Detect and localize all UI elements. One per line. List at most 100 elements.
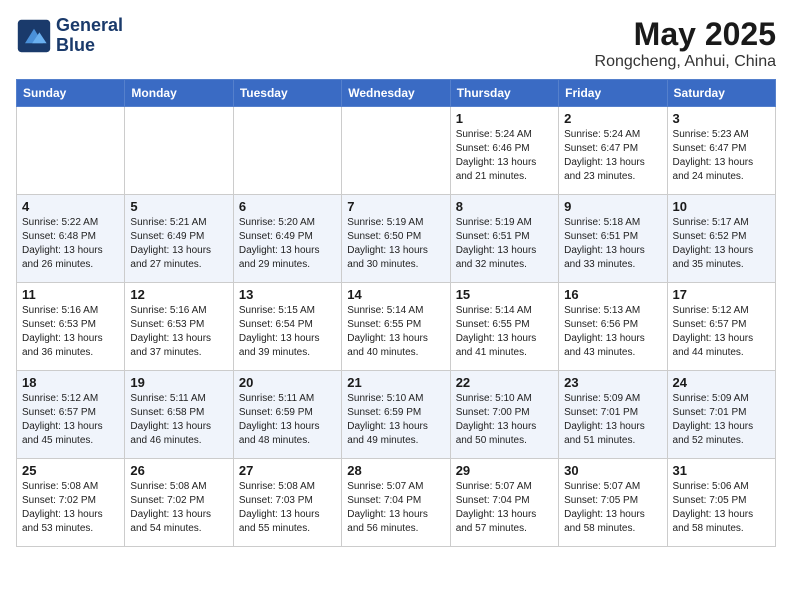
- weekday-header-monday: Monday: [125, 80, 233, 107]
- calendar-cell: 27Sunrise: 5:08 AM Sunset: 7:03 PM Dayli…: [233, 459, 341, 547]
- day-info: Sunrise: 5:19 AM Sunset: 6:50 PM Dayligh…: [347, 216, 444, 272]
- day-info: Sunrise: 5:07 AM Sunset: 7:04 PM Dayligh…: [456, 480, 553, 536]
- day-number: 5: [130, 199, 227, 214]
- day-info: Sunrise: 5:08 AM Sunset: 7:02 PM Dayligh…: [22, 480, 119, 536]
- day-number: 24: [673, 375, 770, 390]
- weekday-header-wednesday: Wednesday: [342, 80, 450, 107]
- calendar-cell: 2 Sunrise: 5:24 AM Sunset: 6:47 PM Daylig…: [559, 107, 667, 195]
- day-info: Sunrise: 5:10 AM Sunset: 6:59 PM Dayligh…: [347, 392, 444, 448]
- day-info: Sunrise: 5:17 AM Sunset: 6:52 PM Dayligh…: [673, 216, 770, 272]
- day-info: Sunrise: 5:12 AM Sunset: 6:57 PM Dayligh…: [22, 392, 119, 448]
- calendar-cell: 24 Sunrise: 5:09 AM Sunset: 7:01 PM Dayli…: [667, 371, 775, 459]
- day-number: 13: [239, 287, 336, 302]
- day-info: Sunrise: 5:24 AM Sunset: 6:46 PM Dayligh…: [456, 128, 553, 184]
- calendar-cell: 8 Sunrise: 5:19 AM Sunset: 6:51 PM Daylig…: [450, 195, 558, 283]
- calendar-cell: 12Sunrise: 5:16 AM Sunset: 6:53 PM Dayli…: [125, 283, 233, 371]
- calendar-cell: 19 Sunrise: 5:11 AM Sunset: 6:58 PM Dayli…: [125, 371, 233, 459]
- week-row-3: 11 Sunrise: 5:16 AM Sunset: 6:53 PM Dayli…: [17, 283, 776, 371]
- calendar-cell: [125, 107, 233, 195]
- day-info: Sunrise: 5:09 AM Sunset: 7:01 PM Dayligh…: [564, 392, 661, 448]
- day-info: Sunrise: 5:20 AM Sunset: 6:49 PM Dayligh…: [239, 216, 336, 272]
- calendar-cell: 25Sunrise: 5:08 AM Sunset: 7:02 PM Dayli…: [17, 459, 125, 547]
- day-number: 20: [239, 375, 336, 390]
- weekday-header-sunday: Sunday: [17, 80, 125, 107]
- day-info: Sunrise: 5:15 AM Sunset: 6:54 PM Dayligh…: [239, 304, 336, 360]
- day-info: Sunrise: 5:24 AM Sunset: 6:47 PM Dayligh…: [564, 128, 661, 184]
- calendar-cell: 6 Sunrise: 5:20 AM Sunset: 6:49 PM Daylig…: [233, 195, 341, 283]
- day-info: Sunrise: 5:11 AM Sunset: 6:58 PM Dayligh…: [130, 392, 227, 448]
- day-number: 3: [673, 111, 770, 126]
- month-year: May 2025: [595, 16, 776, 53]
- page-header: General Blue May 2025 Rongcheng, Anhui, …: [16, 16, 776, 71]
- day-info: Sunrise: 5:13 AM Sunset: 6:56 PM Dayligh…: [564, 304, 661, 360]
- calendar-cell: 29 Sunrise: 5:07 AM Sunset: 7:04 PM Dayli…: [450, 459, 558, 547]
- calendar-cell: 17Sunrise: 5:12 AM Sunset: 6:57 PM Dayli…: [667, 283, 775, 371]
- calendar-cell: 14 Sunrise: 5:14 AM Sunset: 6:55 PM Dayli…: [342, 283, 450, 371]
- day-number: 16: [564, 287, 661, 302]
- day-number: 18: [22, 375, 119, 390]
- day-info: Sunrise: 5:21 AM Sunset: 6:49 PM Dayligh…: [130, 216, 227, 272]
- day-info: Sunrise: 5:18 AM Sunset: 6:51 PM Dayligh…: [564, 216, 661, 272]
- day-number: 11: [22, 287, 119, 302]
- day-number: 29: [456, 463, 553, 478]
- week-row-2: 4Sunrise: 5:22 AM Sunset: 6:48 PM Daylig…: [17, 195, 776, 283]
- day-number: 7: [347, 199, 444, 214]
- day-number: 28: [347, 463, 444, 478]
- week-row-5: 25Sunrise: 5:08 AM Sunset: 7:02 PM Dayli…: [17, 459, 776, 547]
- calendar-cell: 28 Sunrise: 5:07 AM Sunset: 7:04 PM Dayli…: [342, 459, 450, 547]
- calendar-cell: 10 Sunrise: 5:17 AM Sunset: 6:52 PM Dayli…: [667, 195, 775, 283]
- calendar-cell: [17, 107, 125, 195]
- day-info: Sunrise: 5:14 AM Sunset: 6:55 PM Dayligh…: [456, 304, 553, 360]
- day-number: 22: [456, 375, 553, 390]
- day-info: Sunrise: 5:23 AM Sunset: 6:47 PM Dayligh…: [673, 128, 770, 184]
- day-number: 23: [564, 375, 661, 390]
- day-number: 8: [456, 199, 553, 214]
- logo-text: General Blue: [56, 16, 123, 56]
- logo: General Blue: [16, 16, 123, 56]
- week-row-1: 1Sunrise: 5:24 AM Sunset: 6:46 PM Daylig…: [17, 107, 776, 195]
- day-number: 31: [673, 463, 770, 478]
- location: Rongcheng, Anhui, China: [595, 53, 776, 71]
- weekday-header-thursday: Thursday: [450, 80, 558, 107]
- weekday-header-tuesday: Tuesday: [233, 80, 341, 107]
- day-number: 6: [239, 199, 336, 214]
- day-number: 30: [564, 463, 661, 478]
- day-number: 4: [22, 199, 119, 214]
- day-info: Sunrise: 5:08 AM Sunset: 7:03 PM Dayligh…: [239, 480, 336, 536]
- day-number: 17: [673, 287, 770, 302]
- day-info: Sunrise: 5:14 AM Sunset: 6:55 PM Dayligh…: [347, 304, 444, 360]
- calendar-cell: 15 Sunrise: 5:14 AM Sunset: 6:55 PM Dayli…: [450, 283, 558, 371]
- day-info: Sunrise: 5:19 AM Sunset: 6:51 PM Dayligh…: [456, 216, 553, 272]
- calendar-cell: 31 Sunrise: 5:06 AM Sunset: 7:05 PM Dayli…: [667, 459, 775, 547]
- calendar-cell: [233, 107, 341, 195]
- day-info: Sunrise: 5:09 AM Sunset: 7:01 PM Dayligh…: [673, 392, 770, 448]
- calendar-cell: 11 Sunrise: 5:16 AM Sunset: 6:53 PM Dayli…: [17, 283, 125, 371]
- calendar-cell: 26Sunrise: 5:08 AM Sunset: 7:02 PM Dayli…: [125, 459, 233, 547]
- day-number: 14: [347, 287, 444, 302]
- logo-line1: General: [56, 16, 123, 36]
- calendar-cell: 30Sunrise: 5:07 AM Sunset: 7:05 PM Dayli…: [559, 459, 667, 547]
- day-number: 15: [456, 287, 553, 302]
- calendar-cell: 9 Sunrise: 5:18 AM Sunset: 6:51 PM Daylig…: [559, 195, 667, 283]
- calendar-cell: 21 Sunrise: 5:10 AM Sunset: 6:59 PM Dayli…: [342, 371, 450, 459]
- weekday-header-row: SundayMondayTuesdayWednesdayThursdayFrid…: [17, 80, 776, 107]
- week-row-4: 18 Sunrise: 5:12 AM Sunset: 6:57 PM Dayli…: [17, 371, 776, 459]
- day-info: Sunrise: 5:06 AM Sunset: 7:05 PM Dayligh…: [673, 480, 770, 536]
- calendar-cell: 4Sunrise: 5:22 AM Sunset: 6:48 PM Daylig…: [17, 195, 125, 283]
- logo-icon: [16, 18, 52, 54]
- day-number: 21: [347, 375, 444, 390]
- weekday-header-friday: Friday: [559, 80, 667, 107]
- calendar-cell: 23 Sunrise: 5:09 AM Sunset: 7:01 PM Dayli…: [559, 371, 667, 459]
- calendar-cell: 18 Sunrise: 5:12 AM Sunset: 6:57 PM Dayli…: [17, 371, 125, 459]
- day-number: 9: [564, 199, 661, 214]
- calendar-table: SundayMondayTuesdayWednesdayThursdayFrid…: [16, 79, 776, 547]
- day-number: 10: [673, 199, 770, 214]
- calendar-cell: 13 Sunrise: 5:15 AM Sunset: 6:54 PM Dayli…: [233, 283, 341, 371]
- logo-line2: Blue: [56, 36, 123, 56]
- calendar-cell: 16 Sunrise: 5:13 AM Sunset: 6:56 PM Dayli…: [559, 283, 667, 371]
- day-number: 2: [564, 111, 661, 126]
- day-info: Sunrise: 5:11 AM Sunset: 6:59 PM Dayligh…: [239, 392, 336, 448]
- day-number: 19: [130, 375, 227, 390]
- day-info: Sunrise: 5:07 AM Sunset: 7:04 PM Dayligh…: [347, 480, 444, 536]
- day-info: Sunrise: 5:16 AM Sunset: 6:53 PM Dayligh…: [22, 304, 119, 360]
